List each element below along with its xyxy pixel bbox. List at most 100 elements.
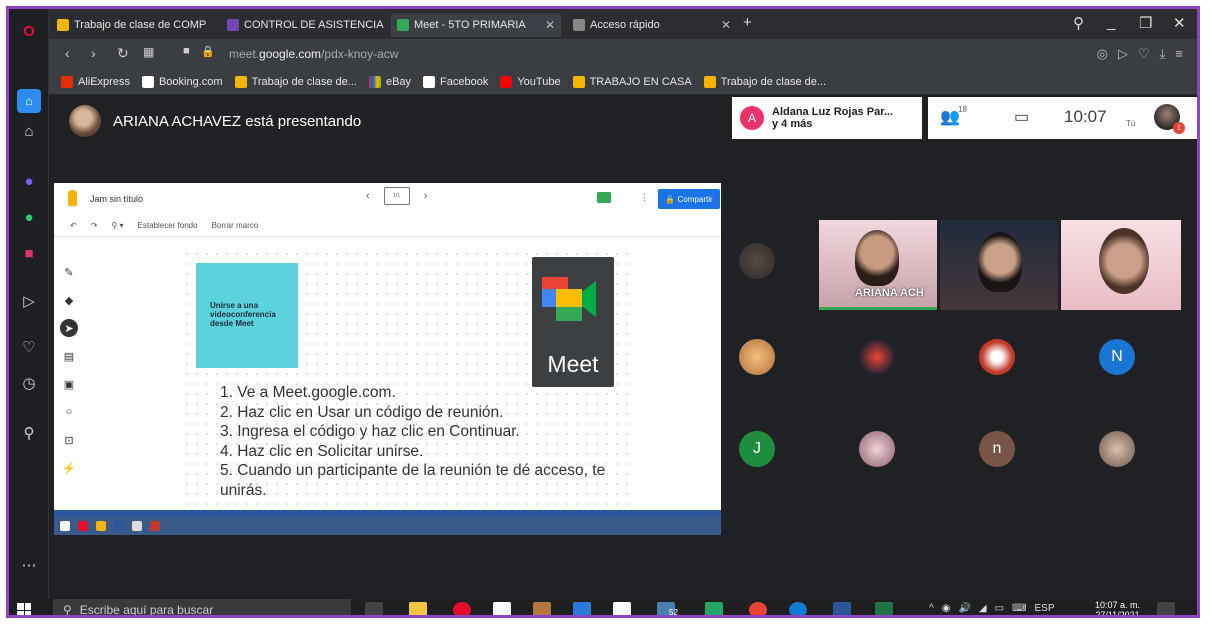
participant-video-2[interactable] bbox=[940, 220, 1058, 310]
participant-avatar-j[interactable]: J bbox=[739, 431, 775, 467]
wifi-icon[interactable]: ◢ bbox=[979, 603, 987, 614]
close-window-button[interactable]: ✕ bbox=[1173, 14, 1186, 32]
heart-icon[interactable]: ♡ bbox=[17, 335, 41, 359]
home-icon[interactable]: ⌂ bbox=[17, 89, 41, 113]
participant-avatar-n-lower[interactable]: n bbox=[979, 431, 1015, 467]
reload-icon[interactable]: ↻ bbox=[117, 45, 129, 62]
participant-video-ariana[interactable]: ARIANA ACH bbox=[819, 220, 937, 310]
file-explorer-icon[interactable] bbox=[409, 602, 427, 615]
jamboard-canvas[interactable]: Unirse a una videoconferencia desde Meet… bbox=[182, 249, 628, 511]
new-tab-button[interactable]: + bbox=[743, 14, 752, 31]
volume-icon[interactable]: 🔊 bbox=[958, 603, 970, 614]
snapshot-icon[interactable]: ◎ bbox=[1097, 46, 1108, 62]
participant-avatar[interactable] bbox=[859, 339, 895, 375]
search-tabs-icon[interactable]: ⚲ bbox=[1073, 14, 1084, 32]
close-icon[interactable]: ✕ bbox=[211, 18, 217, 32]
bookmark-aliexpress[interactable]: AliExpress bbox=[61, 75, 130, 88]
bookmark-trabajo-2[interactable]: Trabajo de clase de... bbox=[703, 75, 826, 88]
camera-icon[interactable]: ■ bbox=[183, 45, 190, 57]
bookmark-heart-icon[interactable]: ♡ bbox=[1138, 46, 1150, 62]
chat-icon[interactable]: ▭ bbox=[1014, 107, 1029, 127]
network-icon[interactable]: ◉ bbox=[942, 603, 951, 614]
messenger-icon[interactable]: ● bbox=[17, 169, 41, 193]
pen-icon[interactable]: ✎ bbox=[60, 263, 78, 281]
jamboard-title[interactable]: Jam sin título bbox=[90, 194, 143, 204]
textbox-icon[interactable]: ⊡ bbox=[60, 431, 78, 449]
more-icon[interactable]: ⋯ bbox=[17, 553, 41, 577]
battery-icon[interactable]: ▭ bbox=[995, 603, 1004, 614]
image-icon[interactable]: ▣ bbox=[60, 375, 78, 393]
speed-dial-grid-icon[interactable]: ▦ bbox=[143, 45, 154, 59]
download-icon[interactable]: ⤓ bbox=[1160, 46, 1166, 62]
word-icon[interactable] bbox=[833, 602, 851, 615]
flow-icon[interactable]: ▷ bbox=[17, 289, 41, 313]
participant-avatar[interactable] bbox=[739, 339, 775, 375]
excel-icon[interactable] bbox=[875, 602, 893, 615]
tab-control-asistencia[interactable]: CONTROL DE ASISTENCIA ✕ bbox=[221, 13, 385, 37]
taskbar-clock[interactable]: 10:07 a. m. 27/11/2021 bbox=[1095, 600, 1140, 615]
opera-logo-icon[interactable]: O bbox=[17, 19, 41, 43]
bookmark-trabajo-casa[interactable]: TRABAJO EN CASA bbox=[572, 75, 692, 88]
bookmark-booking[interactable]: Booking.com bbox=[141, 75, 223, 88]
speed-dial-icon[interactable]: ⌂ bbox=[17, 119, 41, 143]
maximize-button[interactable]: ❐ bbox=[1139, 14, 1152, 32]
laser-icon[interactable]: ⚡ bbox=[60, 459, 78, 477]
history-icon[interactable]: ◷ bbox=[17, 371, 41, 395]
tab-trabajo-clase[interactable]: Trabajo de clase de COMP ✕ bbox=[51, 13, 217, 37]
opera-taskbar-icon[interactable] bbox=[453, 602, 471, 615]
url-field[interactable]: meet.google.com/pdx-knoy-acw bbox=[229, 47, 398, 61]
participant-avatar[interactable] bbox=[739, 243, 775, 279]
more-vert-icon[interactable]: ⋮ bbox=[640, 192, 649, 203]
send-icon[interactable]: ▷ bbox=[1118, 46, 1128, 62]
participant-avatar[interactable] bbox=[859, 431, 895, 467]
edge-icon[interactable] bbox=[789, 602, 807, 615]
next-frame-icon[interactable]: › bbox=[424, 190, 428, 202]
notifications-icon[interactable] bbox=[1157, 602, 1175, 615]
join-notification[interactable]: A Aldana Luz Rojas Par... y 4 más bbox=[732, 97, 922, 139]
redo-icon[interactable]: ↷ bbox=[91, 221, 98, 230]
whatsapp-icon[interactable]: ● bbox=[17, 205, 41, 229]
bookmark-youtube[interactable]: YouTube bbox=[500, 75, 561, 88]
participant-avatar-n[interactable]: N bbox=[1099, 339, 1135, 375]
frame-indicator[interactable]: 1/1 bbox=[383, 187, 410, 205]
close-icon[interactable]: ✕ bbox=[715, 18, 731, 32]
people-icon[interactable]: 👥 bbox=[940, 107, 960, 127]
bookmark-facebook[interactable]: Facebook bbox=[423, 75, 488, 88]
circle-icon[interactable]: ○ bbox=[60, 403, 78, 421]
set-background-button[interactable]: Establecer fondo bbox=[138, 221, 198, 230]
participant-video-3[interactable] bbox=[1061, 220, 1181, 310]
close-icon[interactable]: ✕ bbox=[539, 18, 555, 32]
chrome-icon[interactable] bbox=[749, 602, 767, 615]
participant-avatar[interactable] bbox=[1099, 431, 1135, 467]
task-view-icon[interactable] bbox=[365, 602, 383, 615]
windows-start-icon[interactable] bbox=[17, 603, 31, 615]
forward-icon[interactable]: › bbox=[91, 45, 96, 61]
meet-share-icon[interactable] bbox=[597, 192, 611, 203]
participant-avatar[interactable] bbox=[979, 339, 1015, 375]
minimize-button[interactable]: _ bbox=[1107, 14, 1115, 31]
sticky-note-icon[interactable]: ▤ bbox=[60, 347, 78, 365]
language-indicator[interactable]: ESP bbox=[1034, 603, 1054, 614]
chevron-up-icon[interactable]: ^ bbox=[929, 603, 934, 614]
share-button[interactable]: 🔒 Compartir bbox=[658, 189, 720, 209]
back-icon[interactable]: ‹ bbox=[65, 45, 70, 61]
eraser-icon[interactable]: ◆ bbox=[60, 291, 78, 309]
keyboard-icon[interactable]: ⌨ bbox=[1012, 603, 1026, 614]
extensions-icon[interactable]: ⚲ bbox=[17, 421, 41, 445]
document-icon[interactable] bbox=[613, 602, 631, 615]
store-icon[interactable] bbox=[493, 602, 511, 615]
select-icon[interactable]: ➤ bbox=[60, 319, 78, 337]
tab-acceso-rapido[interactable]: Acceso rápido ✕ bbox=[567, 13, 737, 37]
clear-frame-button[interactable]: Borrar marco bbox=[212, 221, 259, 230]
sticky-note[interactable]: Unirse a una videoconferencia desde Meet bbox=[196, 263, 298, 368]
tab-meet[interactable]: Meet - 5TO PRIMARIA ✕ bbox=[391, 13, 561, 37]
bookmark-ebay[interactable]: eBay bbox=[368, 75, 411, 88]
bookmark-trabajo-1[interactable]: Trabajo de clase de... bbox=[234, 75, 357, 88]
app-icon[interactable] bbox=[573, 602, 591, 615]
easy-setup-icon[interactable]: ≡ bbox=[1175, 46, 1183, 62]
zoom-icon[interactable]: ⚲ ▾ bbox=[111, 221, 123, 230]
prev-frame-icon[interactable]: ‹ bbox=[366, 190, 370, 202]
app-icon[interactable] bbox=[705, 602, 723, 615]
app-icon[interactable] bbox=[533, 602, 551, 615]
taskbar-search[interactable]: ⚲ Escribe aquí para buscar bbox=[53, 599, 351, 615]
